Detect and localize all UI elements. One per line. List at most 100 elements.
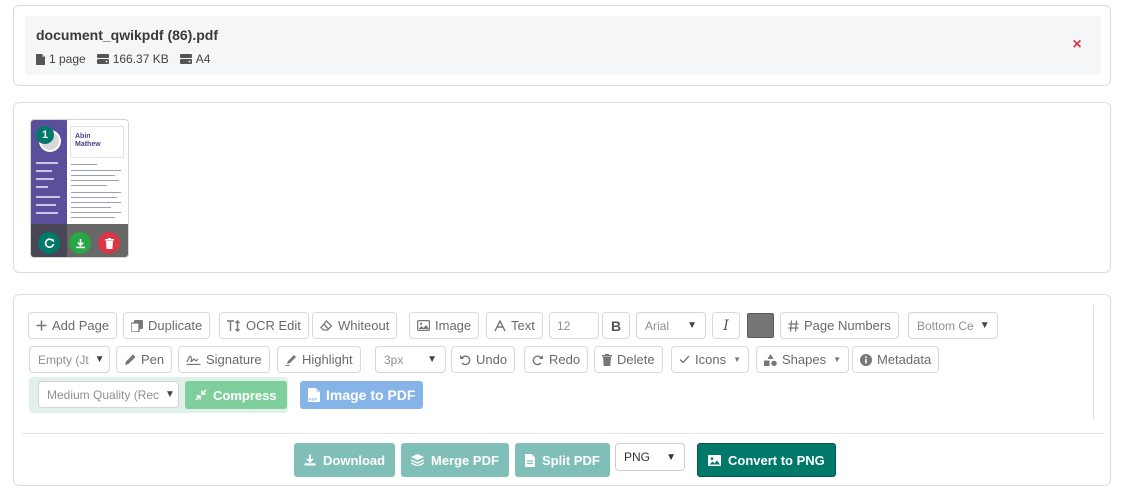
info-circle-icon xyxy=(860,353,872,366)
text-button[interactable]: Text xyxy=(486,312,543,339)
rotate-button[interactable] xyxy=(38,232,60,254)
file-info-panel: document_qwikpdf (86).pdf 1 page 166.37 … xyxy=(25,16,1101,75)
output-format-select[interactable]: PNG ▼ xyxy=(615,443,685,471)
chevron-down-icon: ▼ xyxy=(427,354,437,365)
image-to-pdf-button[interactable]: PDF Image to PDF xyxy=(300,381,424,409)
thumbnail-line xyxy=(36,170,52,172)
font-icon xyxy=(494,319,506,331)
whiteout-button[interactable]: Whiteout xyxy=(312,312,398,339)
output-format-value: PNG xyxy=(624,450,651,464)
file-meta: 1 page 166.37 KB A4 xyxy=(36,52,210,66)
eraser-icon xyxy=(320,320,333,331)
compress-icon xyxy=(195,389,207,401)
thumbnail-line xyxy=(71,207,111,208)
thumbnail-line xyxy=(71,202,121,203)
quality-select[interactable]: Medium Quality (Rec ▼ xyxy=(38,381,179,408)
chevron-down-icon: ▼ xyxy=(666,451,676,463)
stroke-size-select[interactable]: 3px ▼ xyxy=(375,346,446,373)
file-size: 166.37 KB xyxy=(96,52,169,66)
toolbar-divider xyxy=(22,433,1104,434)
italic-button[interactable]: I xyxy=(712,312,740,339)
convert-button[interactable]: Convert to PNG xyxy=(697,443,836,477)
font-size-input[interactable]: 12 xyxy=(549,312,599,339)
download-icon xyxy=(304,454,316,466)
bold-button[interactable]: B xyxy=(602,312,630,339)
metadata-label: Metadata xyxy=(877,352,932,367)
image-button[interactable]: Image xyxy=(409,312,480,339)
stroke-size-value: 3px xyxy=(384,352,404,367)
metadata-button[interactable]: Metadata xyxy=(852,346,940,373)
pen-button[interactable]: Pen xyxy=(116,346,173,373)
highlight-label: Highlight xyxy=(302,352,353,367)
plus-icon xyxy=(36,320,47,331)
thumbnail-line xyxy=(36,196,60,198)
thumbnail-line xyxy=(71,170,121,171)
trash-icon xyxy=(104,237,114,249)
page-thumbnail[interactable]: Abin Mathew 1 xyxy=(30,119,129,258)
add-page-label: Add Page xyxy=(52,318,110,333)
shapes-dropdown[interactable]: Shapes ▼ xyxy=(756,346,850,373)
file-size-text: 166.37 KB xyxy=(112,52,169,66)
split-pdf-button[interactable]: Split PDF xyxy=(515,443,610,477)
thumbnail-last-name: Mathew xyxy=(75,141,101,148)
highlighter-icon xyxy=(285,354,296,366)
undo-button[interactable]: Undo xyxy=(451,346,516,373)
icons-dropdown[interactable]: Icons ▼ xyxy=(671,346,749,373)
delete-page-button[interactable] xyxy=(98,232,120,254)
compress-button[interactable]: Compress xyxy=(185,381,287,409)
download-button[interactable]: Download xyxy=(294,443,396,477)
copy-icon xyxy=(131,319,143,332)
add-page-button[interactable]: Add Page xyxy=(28,312,118,339)
pen-label: Pen xyxy=(141,352,165,367)
font-family-value: Arial xyxy=(645,318,670,333)
icons-label: Icons xyxy=(695,352,727,367)
trash-icon xyxy=(602,353,612,366)
convert-label: Convert to PNG xyxy=(728,452,825,468)
signature-button[interactable]: Signature xyxy=(178,346,270,373)
hdd-icon xyxy=(96,54,109,64)
ocr-edit-button[interactable]: OCR Edit xyxy=(219,312,309,339)
merge-pdf-button[interactable]: Merge PDF xyxy=(401,443,509,477)
thumbnail-line xyxy=(71,197,117,198)
text-label: Text xyxy=(511,318,535,333)
paper-size-text: A4 xyxy=(195,52,211,66)
close-icon[interactable]: × xyxy=(1070,36,1084,54)
pages-panel: Abin Mathew 1 xyxy=(13,102,1111,273)
split-pdf-label: Split PDF xyxy=(542,452,600,468)
font-family-select[interactable]: Arial ▼ xyxy=(636,312,706,339)
thumbnail-actions xyxy=(31,224,128,257)
merge-pdf-label: Merge PDF xyxy=(431,452,499,468)
chevron-down-icon: ▼ xyxy=(94,354,105,365)
file-icon xyxy=(525,453,535,467)
thumbnail-line xyxy=(71,175,115,176)
thumbnail-line xyxy=(71,192,121,193)
chevron-down-icon: ▼ xyxy=(165,389,175,400)
redo-button[interactable]: Redo xyxy=(524,346,589,373)
page-number-format-select[interactable]: Empty (Jt ▼ xyxy=(29,346,110,373)
signature-label: Signature xyxy=(206,352,262,367)
page-numbers-label: Page Numbers xyxy=(804,318,891,333)
delete-button[interactable]: Delete xyxy=(594,346,663,373)
download-page-button[interactable] xyxy=(69,232,91,254)
text-color-picker[interactable] xyxy=(747,313,774,338)
highlight-button[interactable]: Highlight xyxy=(277,346,361,373)
toolbar-scrollbar[interactable] xyxy=(1093,305,1094,420)
rotate-icon xyxy=(44,237,54,248)
image-icon xyxy=(417,320,430,331)
chevron-down-icon: ▼ xyxy=(687,320,697,331)
page-number-format-value: Empty (Jt xyxy=(38,352,89,367)
caret-down-icon: ▼ xyxy=(733,355,741,364)
undo-label: Undo xyxy=(476,352,508,367)
page-number-position-select[interactable]: Bottom Ce ▼ xyxy=(908,312,998,339)
chevron-down-icon: ▼ xyxy=(979,320,990,331)
download-label: Download xyxy=(323,452,386,468)
page-count-text: 1 page xyxy=(49,52,86,66)
shapes-icon xyxy=(764,353,777,366)
layer-group-icon xyxy=(411,454,424,466)
image-to-pdf-label: Image to PDF xyxy=(326,387,416,403)
image-label: Image xyxy=(435,318,472,333)
svg-text:PDF: PDF xyxy=(309,397,318,402)
page-numbers-button[interactable]: Page Numbers xyxy=(780,312,899,339)
thumbnail-line xyxy=(71,180,119,181)
duplicate-button[interactable]: Duplicate xyxy=(123,312,211,339)
